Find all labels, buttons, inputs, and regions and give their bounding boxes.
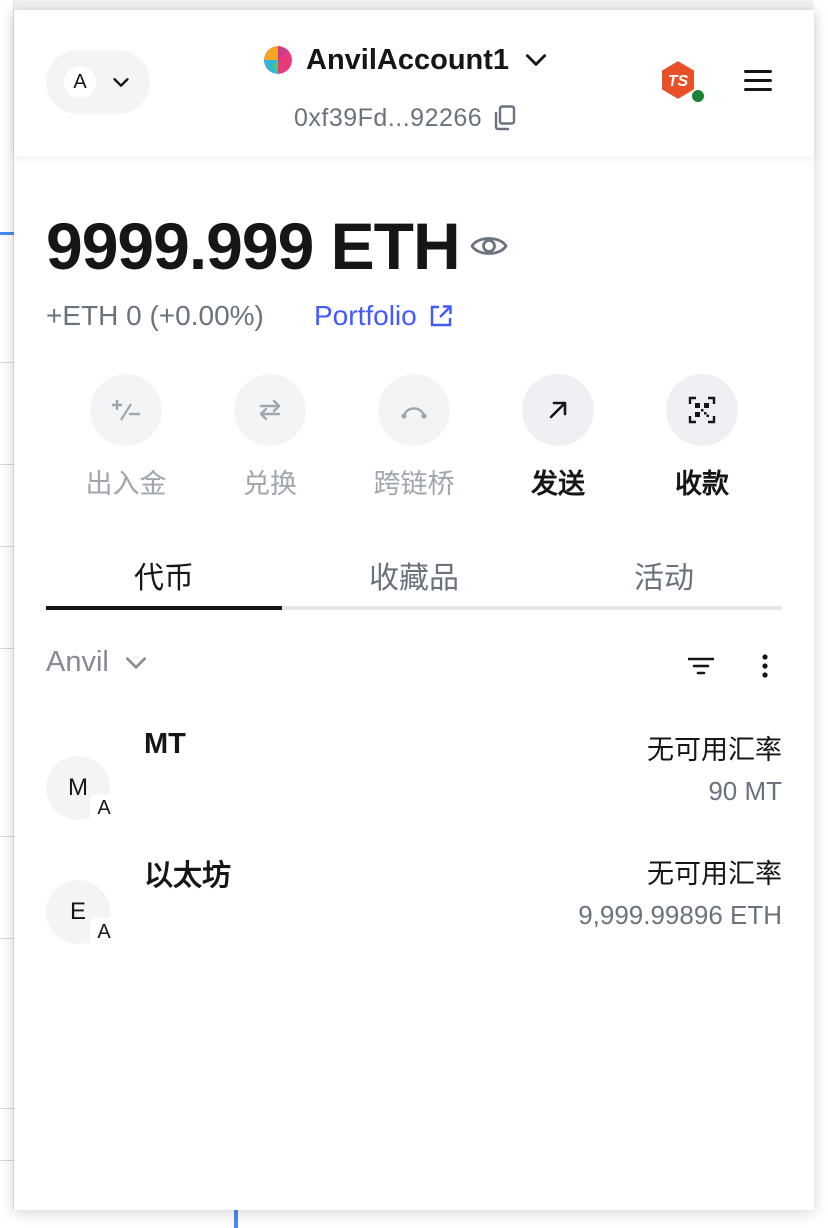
portfolio-link[interactable]: Portfolio bbox=[314, 300, 453, 332]
send-label: 发送 bbox=[531, 469, 585, 499]
send-arrow-icon bbox=[549, 401, 567, 419]
token-name: MT bbox=[144, 728, 186, 760]
background-divider bbox=[0, 464, 14, 465]
bridge-icon bbox=[401, 407, 427, 419]
eye-icon[interactable] bbox=[470, 232, 508, 260]
external-link-icon bbox=[430, 305, 452, 327]
tab-active-indicator bbox=[46, 606, 282, 610]
chevron-down-icon bbox=[125, 656, 146, 669]
portfolio-label: Portfolio bbox=[314, 300, 417, 331]
browser-top-bar bbox=[0, 0, 828, 10]
sort-filter-icon[interactable] bbox=[688, 656, 714, 676]
qr-code-icon bbox=[688, 396, 716, 424]
chevron-down-icon bbox=[113, 78, 129, 87]
wallet-header: A AnvilAccount1 0xf39Fd...92266 TS bbox=[14, 10, 814, 156]
background-accent bbox=[0, 232, 14, 235]
background-page-right bbox=[814, 0, 828, 1228]
background-divider bbox=[0, 836, 14, 837]
token-rate: 无可用汇率 bbox=[647, 859, 782, 889]
bridge-label: 跨链桥 bbox=[373, 469, 455, 499]
token-amount: 90 MT bbox=[708, 776, 782, 806]
balance-change: +ETH 0 (+0.00%) bbox=[46, 300, 264, 331]
background-divider bbox=[0, 1160, 14, 1161]
token-row[interactable]: M A MT 无可用汇率 90 MT bbox=[46, 728, 782, 828]
network-filter-button[interactable]: Anvil bbox=[46, 646, 149, 679]
asset-tabs: 代币 收藏品 活动 bbox=[46, 540, 782, 610]
token-network-badge: A bbox=[90, 794, 118, 822]
menu-icon[interactable] bbox=[744, 70, 772, 94]
tab-activity[interactable]: 活动 bbox=[546, 540, 782, 610]
receive-button[interactable]: 收款 bbox=[630, 374, 774, 501]
connected-site-badge-text: TS bbox=[668, 73, 689, 90]
network-avatar: A bbox=[64, 66, 96, 98]
tab-tokens[interactable]: 代币 bbox=[46, 540, 282, 610]
account-identicon-icon bbox=[264, 46, 292, 74]
background-page-left bbox=[0, 0, 14, 1228]
token-rate: 无可用汇率 bbox=[647, 735, 782, 765]
receive-label: 收款 bbox=[675, 469, 729, 499]
chevron-down-icon bbox=[525, 54, 547, 66]
network-picker-button[interactable]: A bbox=[46, 50, 150, 114]
background-accent bbox=[234, 1208, 238, 1228]
bridge-button[interactable]: 跨链桥 bbox=[342, 374, 486, 501]
token-amount: 9,999.99896 ETH bbox=[578, 900, 782, 930]
account-address-copy[interactable]: 0xf39Fd...92266 bbox=[294, 100, 516, 136]
background-page-bottom bbox=[0, 1210, 828, 1228]
tab-nfts[interactable]: 收藏品 bbox=[296, 540, 532, 610]
token-network-badge: A bbox=[90, 918, 118, 946]
swap-icon bbox=[259, 399, 281, 421]
token-row[interactable]: E A 以太坊 无可用汇率 9,999.99896 ETH bbox=[46, 852, 782, 952]
balance-amount: 9999.999 ETH bbox=[46, 209, 461, 283]
connection-status-dot bbox=[690, 88, 706, 104]
swap-label: 兑换 bbox=[243, 469, 297, 499]
copy-icon bbox=[495, 105, 516, 131]
buy-sell-label: 出入金 bbox=[85, 469, 167, 499]
more-options-icon[interactable] bbox=[762, 654, 768, 678]
wallet-popup: A AnvilAccount1 0xf39Fd...92266 TS 9999.… bbox=[14, 10, 814, 1210]
send-button[interactable]: 发送 bbox=[486, 374, 630, 501]
action-bar: 出入金 兑换 跨链桥 发送 收款 bbox=[54, 374, 774, 504]
background-divider bbox=[0, 546, 14, 547]
background-divider bbox=[0, 362, 14, 363]
token-name: 以太坊 bbox=[144, 860, 232, 892]
network-filter-label: Anvil bbox=[46, 646, 109, 678]
account-picker-button[interactable]: AnvilAccount1 bbox=[264, 40, 549, 80]
account-address: 0xf39Fd...92266 bbox=[294, 103, 483, 132]
background-divider bbox=[0, 1108, 14, 1109]
background-divider bbox=[0, 648, 14, 649]
account-name: AnvilAccount1 bbox=[306, 43, 510, 76]
buy-sell-icon bbox=[112, 400, 140, 421]
background-divider bbox=[0, 938, 14, 939]
swap-button[interactable]: 兑换 bbox=[198, 374, 342, 501]
buy-sell-button[interactable]: 出入金 bbox=[54, 374, 198, 501]
